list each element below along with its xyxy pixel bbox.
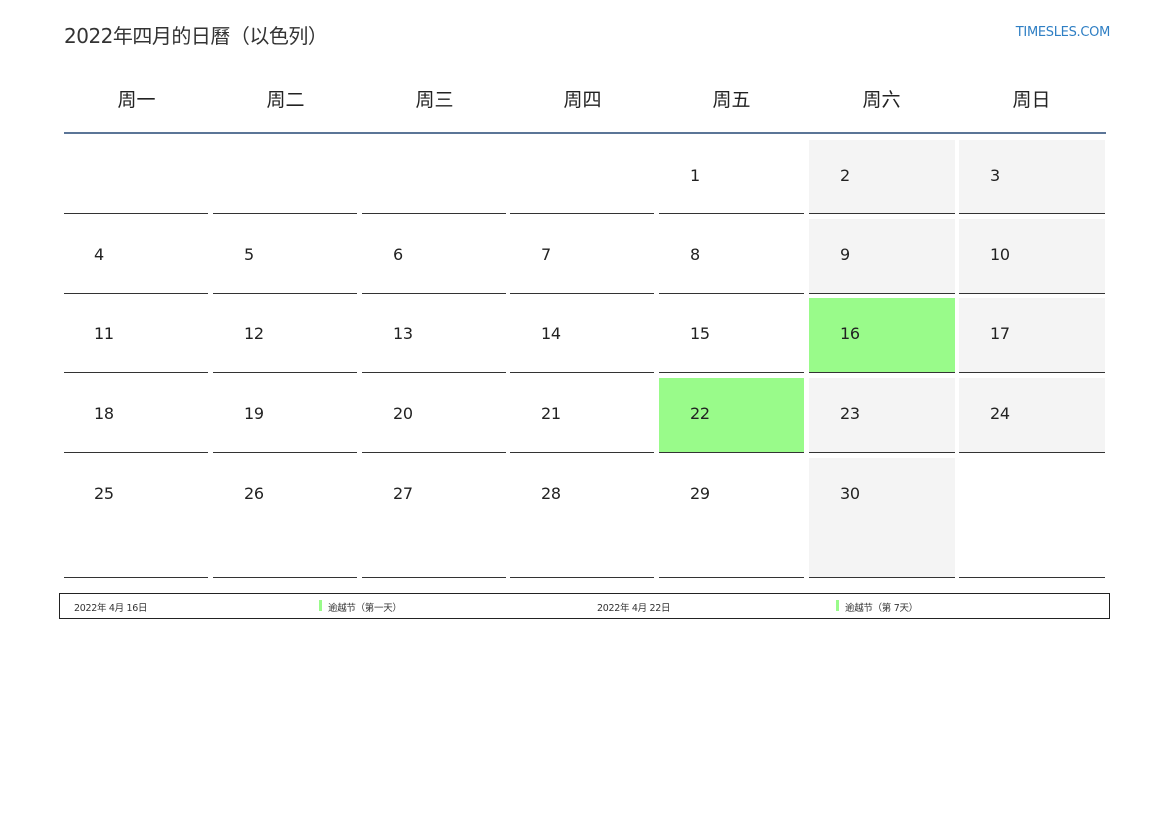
day-number: 16 [840,324,860,343]
calendar-title: 2022年四月的日曆（以色列） [64,24,328,48]
day-cell-24[interactable]: 24 [959,378,1105,453]
holiday-color-marker-2 [836,600,839,611]
day-number: 13 [393,324,413,343]
empty-cell-1-mon [64,140,208,214]
weekday-tuesday: 周二 [266,89,305,111]
day-cell-6[interactable]: 6 [362,219,506,294]
day-cell-9[interactable]: 9 [809,219,955,294]
day-cell-18[interactable]: 18 [64,378,208,453]
day-cell-16[interactable]: 16 [809,298,955,373]
holiday-name-1: 逾越节（第一天） [328,603,402,614]
holiday-color-marker-1 [319,600,322,611]
day-number: 14 [541,324,561,343]
site-link[interactable]: TIMESLES.COM [1016,25,1111,40]
day-number: 15 [690,324,710,343]
weekday-wednesday: 周三 [415,89,454,111]
day-cell-12[interactable]: 12 [213,298,357,373]
day-number: 3 [990,166,1000,185]
day-number: 8 [690,245,700,264]
day-cell-27[interactable]: 27 [362,458,506,578]
day-number: 21 [541,404,561,423]
day-cell-23[interactable]: 23 [809,378,955,453]
day-number: 2 [840,166,850,185]
day-number: 26 [244,484,264,503]
day-cell-8[interactable]: 8 [659,219,804,294]
day-number: 17 [990,324,1010,343]
weekday-sunday: 周日 [1012,89,1051,111]
empty-cell-1-thu [510,140,654,214]
day-number: 4 [94,245,104,264]
day-number: 27 [393,484,413,503]
weekday-saturday: 周六 [862,89,901,111]
weekday-header-row: 周一 周二 周三 周四 周五 周六 周日 [64,80,1106,134]
holiday-date-2: 2022年 4月 22日 [597,603,671,614]
day-number: 9 [840,245,850,264]
day-number: 10 [990,245,1010,264]
day-number: 6 [393,245,403,264]
weekday-friday: 周五 [712,89,751,111]
day-cell-4[interactable]: 4 [64,219,208,294]
day-number: 1 [690,166,700,185]
day-cell-21[interactable]: 21 [510,378,654,453]
day-number: 11 [94,324,114,343]
day-cell-2[interactable]: 2 [809,140,955,214]
day-cell-28[interactable]: 28 [510,458,654,578]
day-cell-17[interactable]: 17 [959,298,1105,373]
day-cell-10[interactable]: 10 [959,219,1105,294]
day-number: 12 [244,324,264,343]
day-number: 30 [840,484,860,503]
day-number: 20 [393,404,413,423]
empty-cell-5-sun [959,458,1105,578]
holiday-name-2: 逾越节（第 7天） [845,603,918,614]
day-cell-30[interactable]: 30 [809,458,955,578]
weekday-thursday: 周四 [563,89,602,111]
day-number: 19 [244,404,264,423]
day-number: 18 [94,404,114,423]
holiday-legend: 2022年 4月 16日 逾越节（第一天） 2022年 4月 22日 逾越节（第… [59,593,1110,619]
day-cell-19[interactable]: 19 [213,378,357,453]
day-cell-26[interactable]: 26 [213,458,357,578]
day-cell-29[interactable]: 29 [659,458,804,578]
day-cell-13[interactable]: 13 [362,298,506,373]
day-cell-14[interactable]: 14 [510,298,654,373]
empty-cell-1-tue [213,140,357,214]
day-number: 29 [690,484,710,503]
day-cell-20[interactable]: 20 [362,378,506,453]
day-cell-11[interactable]: 11 [64,298,208,373]
day-cell-7[interactable]: 7 [510,219,654,294]
holiday-date-1: 2022年 4月 16日 [74,603,148,614]
day-number: 24 [990,404,1010,423]
day-number: 7 [541,245,551,264]
day-cell-5[interactable]: 5 [213,219,357,294]
day-cell-1[interactable]: 1 [659,140,804,214]
day-cell-3[interactable]: 3 [959,140,1105,214]
day-number: 25 [94,484,114,503]
day-number: 23 [840,404,860,423]
day-number: 5 [244,245,254,264]
empty-cell-1-wed [362,140,506,214]
weekday-monday: 周一 [117,89,156,111]
day-cell-15[interactable]: 15 [659,298,804,373]
day-number: 22 [690,404,710,423]
day-cell-25[interactable]: 25 [64,458,208,578]
day-cell-22[interactable]: 22 [659,378,804,453]
day-number: 28 [541,484,561,503]
